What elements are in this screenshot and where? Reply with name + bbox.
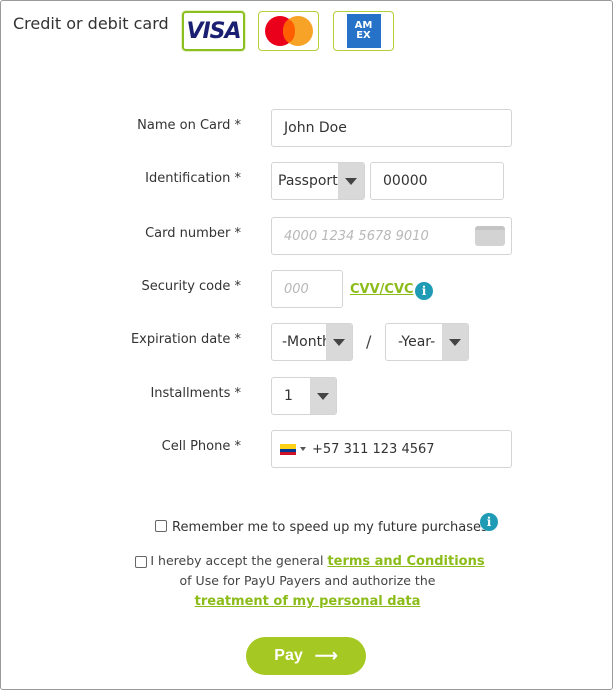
- personal-data-link[interactable]: treatment of my personal data: [195, 594, 421, 609]
- expiration-month-value: -Month-: [282, 334, 326, 350]
- card-number-label: Card number *: [145, 226, 241, 241]
- info-icon[interactable]: i: [415, 282, 433, 300]
- chevron-down-icon: [338, 163, 364, 199]
- security-code-input[interactable]: 000: [271, 270, 343, 308]
- visa-logo-icon: VISA: [186, 18, 241, 44]
- name-on-card-input[interactable]: John Doe: [271, 109, 512, 147]
- pay-button-label: Pay: [274, 647, 303, 664]
- expiration-date-label: Expiration date *: [130, 332, 241, 347]
- payment-method-title: Credit or debit card: [13, 14, 169, 33]
- payment-form-frame: Credit or debit card VISA AM EX Name on …: [0, 0, 613, 690]
- colombia-flag-icon[interactable]: [280, 443, 296, 455]
- cell-phone-label: Cell Phone *: [161, 439, 241, 454]
- mastercard-logo-icon: [261, 14, 317, 48]
- installments-value: 1: [284, 388, 293, 404]
- expiration-month-select[interactable]: -Month-: [271, 323, 353, 361]
- remember-me-checkbox[interactable]: [155, 520, 167, 532]
- identification-number-input[interactable]: 00000: [370, 162, 504, 200]
- identification-type-select[interactable]: Passport: [271, 162, 365, 200]
- cell-phone-value: +57 311 123 4567: [312, 441, 435, 457]
- terms-line-2: of Use for PayU Payers and authorize the: [179, 573, 436, 588]
- cvv-help-link[interactable]: CVV/CVC: [350, 282, 414, 297]
- remember-me-label: Remember me to speed up my future purcha…: [172, 520, 488, 535]
- name-on-card-label: Name on Card *: [137, 118, 241, 133]
- security-code-label: Security code *: [141, 279, 242, 294]
- cell-phone-input[interactable]: +57 311 123 4567: [271, 430, 512, 468]
- info-icon[interactable]: i: [480, 513, 498, 531]
- amex-card-option[interactable]: AM EX: [333, 11, 394, 51]
- date-separator: /: [366, 332, 372, 351]
- card-number-input[interactable]: 4000 1234 5678 9010: [271, 217, 512, 255]
- arrow-right-icon: ⟶: [314, 648, 338, 665]
- chevron-down-icon: [442, 324, 468, 360]
- installments-label: Installments *: [150, 386, 241, 401]
- credit-card-icon: [475, 226, 505, 246]
- pay-button[interactable]: Pay ⟶: [246, 637, 366, 675]
- identification-type-value: Passport: [278, 173, 338, 189]
- terms-link[interactable]: terms and Conditions: [327, 554, 484, 569]
- installments-select[interactable]: 1: [271, 377, 337, 415]
- mastercard-card-option[interactable]: [258, 11, 319, 51]
- card-number-placeholder: 4000 1234 5678 9010: [284, 228, 429, 244]
- terms-line-3: treatment of my personal data: [1, 591, 613, 612]
- expiration-year-select[interactable]: -Year-: [385, 323, 469, 361]
- identification-label: Identification *: [145, 171, 241, 186]
- visa-card-option[interactable]: VISA: [182, 11, 245, 51]
- chevron-down-icon: [310, 378, 336, 414]
- chevron-down-icon[interactable]: [300, 447, 306, 451]
- chevron-down-icon: [326, 324, 352, 360]
- expiration-year-value: -Year-: [398, 334, 436, 350]
- amex-logo-icon: AM EX: [346, 14, 381, 48]
- terms-line-1: I hereby accept the general terms and Co…: [150, 553, 485, 569]
